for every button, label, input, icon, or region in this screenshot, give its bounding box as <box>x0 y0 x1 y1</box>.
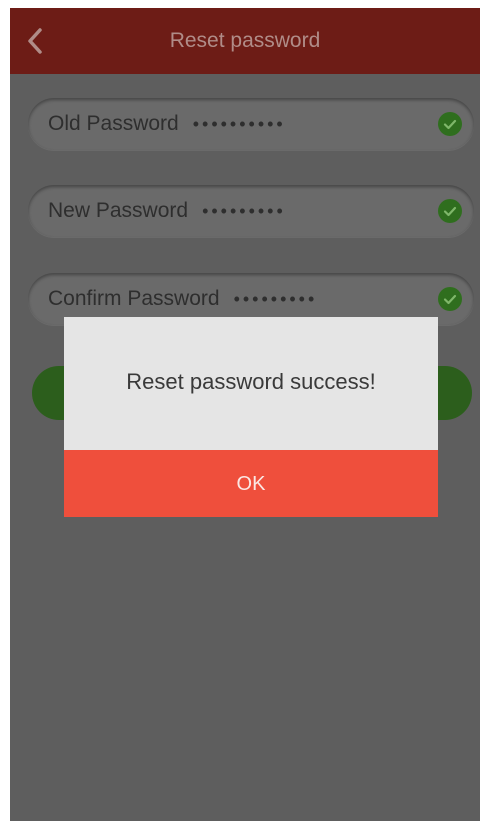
old-password-field[interactable]: Old Password •••••••••• <box>28 98 474 150</box>
ok-button-label: OK <box>236 473 266 495</box>
page-title: Reset password <box>169 29 321 52</box>
ok-button[interactable]: OK <box>64 450 438 517</box>
check-circle-icon <box>438 112 462 136</box>
confirm-password-label: Confirm Password ••••••••• <box>48 287 318 310</box>
app-screen: Reset password Old Password •••••••••• Ne… <box>10 8 480 821</box>
new-password-label: New Password ••••••••• <box>48 199 286 222</box>
confirm-password-value: ••••••••• <box>233 289 318 309</box>
dialog-body: Reset password success! <box>64 317 438 450</box>
header-bar: Reset password <box>10 8 480 74</box>
check-circle-icon <box>438 199 462 223</box>
new-password-field[interactable]: New Password ••••••••• <box>28 185 474 237</box>
new-password-value: ••••••••• <box>202 201 286 221</box>
old-password-label: Old Password •••••••••• <box>48 112 286 135</box>
check-circle-icon <box>438 287 462 311</box>
old-password-value: •••••••••• <box>192 114 286 134</box>
dialog-message: Reset password success! <box>126 369 376 394</box>
success-dialog: Reset password success! OK <box>64 317 438 517</box>
